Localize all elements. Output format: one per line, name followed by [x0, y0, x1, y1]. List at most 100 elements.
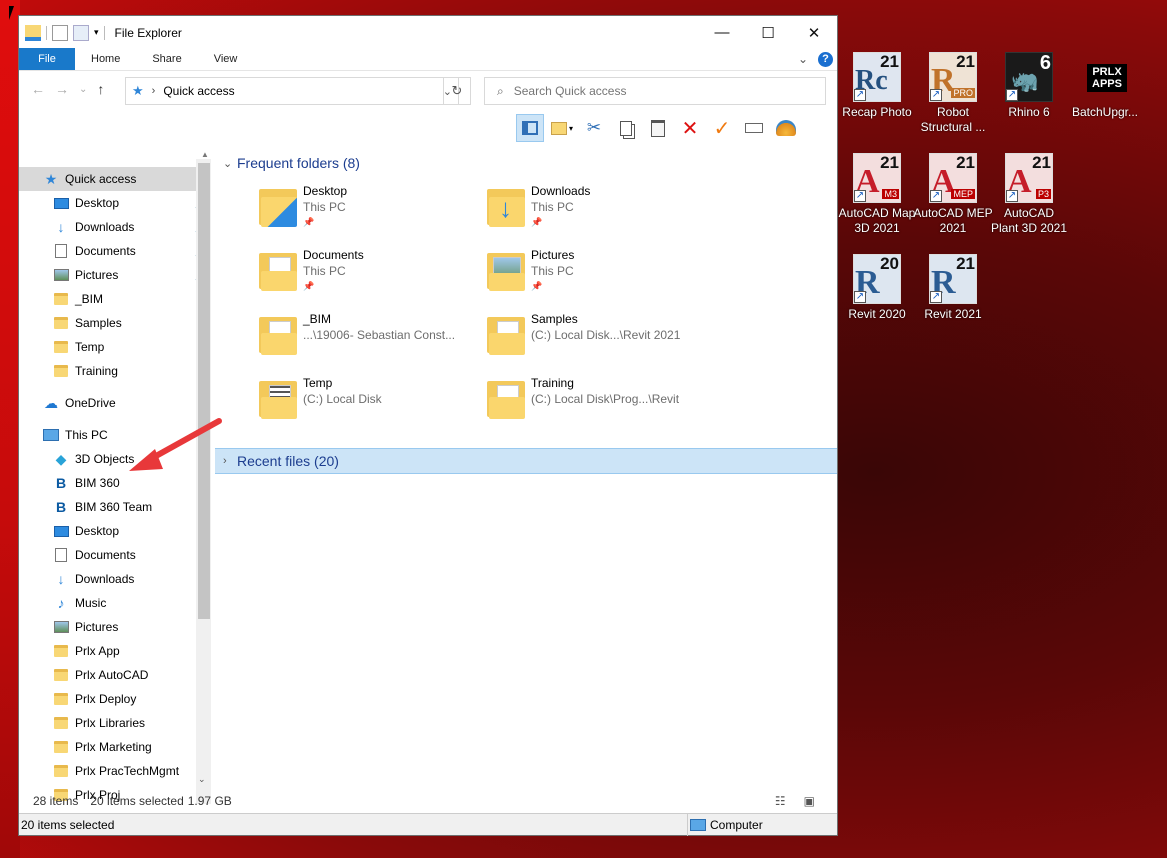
nav-scrollbar[interactable] [196, 159, 211, 804]
details-view-icon[interactable]: ☷ [775, 794, 786, 808]
scroll-down-arrow-icon[interactable]: ⌄ [198, 774, 206, 785]
nav-label: Music [75, 596, 107, 610]
nav-pc-desktop[interactable]: Desktop [19, 519, 211, 543]
nav-onedrive[interactable]: ☁ OneDrive [19, 391, 211, 415]
window-controls: — ☐ ✕ [699, 16, 837, 49]
desktop-folder-icon [259, 185, 297, 227]
collapse-chevron-icon[interactable]: ⌄ [223, 157, 237, 170]
search-box[interactable]: ⌕ [484, 77, 826, 105]
nav-quick-pictures[interactable]: Pictures 📌 [19, 263, 211, 287]
nav-quick-training[interactable]: Training [19, 359, 211, 383]
delete-icon[interactable]: ✕ [676, 114, 704, 142]
tab-home[interactable]: Home [75, 48, 136, 70]
nav-pc-music[interactable]: ♪ Music [19, 591, 211, 615]
back-icon[interactable]: ← [31, 81, 45, 97]
desktop-icon-recap-photo[interactable]: Rc 21 ↗ Recap Photo [837, 52, 917, 120]
folder-tile-bim[interactable]: _BIM ...\19006- Sebastian Const... [215, 305, 455, 365]
help-icon[interactable]: ? [818, 51, 833, 67]
maximize-button[interactable]: ☐ [745, 16, 791, 49]
checkmark-icon[interactable]: ✓ [708, 114, 736, 142]
desktop-icon-batchupgrade[interactable]: PRLX APPS BatchUpgr... [1065, 52, 1145, 120]
address-bar[interactable]: ★ › Quick access ⌄ [125, 77, 459, 105]
close-button[interactable]: ✕ [791, 16, 837, 49]
pin-icon: 📌 [303, 281, 315, 291]
folder-name: Temp [303, 376, 333, 390]
properties-icon[interactable] [52, 24, 68, 41]
folder-icon [259, 377, 297, 419]
recent-files-header[interactable]: › Recent files (20) [215, 448, 837, 474]
expand-chevron-icon[interactable]: › [223, 455, 237, 467]
desktop-icon-autocad-mep[interactable]: A 21 MEP ↗ AutoCAD MEP 2021 [913, 153, 993, 236]
tab-share[interactable]: Share [136, 48, 197, 70]
desktop-icon-autocad-map3d[interactable]: A 21 M3 ↗ AutoCAD Map 3D 2021 [837, 153, 917, 236]
folder-icon [53, 691, 69, 707]
selected-count: 20 items selected [90, 794, 184, 808]
folder-tile-training[interactable]: Training (C:) Local Disk\Prog...\Revit [443, 369, 679, 429]
folder-location: ...\19006- Sebastian Const... [303, 328, 456, 342]
onedrive-cloud-icon: ☁ [44, 394, 58, 411]
folder-tile-temp[interactable]: Temp (C:) Local Disk [215, 369, 435, 429]
frequent-folders-header[interactable]: ⌄ Frequent folders (8) [215, 150, 837, 176]
shortcut-arrow-icon: ↗ [854, 190, 866, 202]
desktop-icon-label: Recap Photo [842, 105, 912, 119]
nav-pc-prlx-marketing[interactable]: Prlx Marketing [19, 735, 211, 759]
nav-quick-access[interactable]: ★ Quick access [19, 167, 211, 191]
nav-quick-documents[interactable]: Documents 📌 [19, 239, 211, 263]
nav-pc-prlx-autocad[interactable]: Prlx AutoCAD [19, 663, 211, 687]
breadcrumb-chevron-icon[interactable]: › [152, 85, 156, 97]
new-folder-qat-icon[interactable] [73, 24, 89, 41]
folder-icon [53, 739, 69, 755]
folder-tile-downloads[interactable]: ↓ Downloads This PC 📌 [443, 177, 663, 237]
downloads-arrow-icon: ↓ [57, 219, 65, 235]
desktop-icon-autocad-plant3d[interactable]: A 21 P3 ↗ AutoCAD Plant 3D 2021 [989, 153, 1069, 236]
nav-pc-documents[interactable]: Documents [19, 543, 211, 567]
nav-pc-prlx-libraries[interactable]: Prlx Libraries [19, 711, 211, 735]
desktop-icon-revit-2020[interactable]: R 20 ↗ Revit 2020 [837, 254, 917, 322]
title-bar[interactable]: ▾ File Explorer — ☐ ✕ [19, 16, 837, 49]
tab-file[interactable]: File [19, 48, 75, 70]
nav-quick-temp[interactable]: Temp [19, 335, 211, 359]
nav-scrollbar-thumb[interactable] [198, 163, 210, 619]
nav-pc-bim360-team[interactable]: B BIM 360 Team [19, 495, 211, 519]
large-icons-view-icon[interactable]: ▣ [804, 794, 815, 808]
up-icon[interactable]: ↑ [97, 81, 104, 97]
tab-view[interactable]: View [198, 48, 254, 70]
desktop-icon-robot-structural[interactable]: R 21 PRO ↗ Robot Structural ... [913, 52, 993, 135]
folder-tile-documents[interactable]: Documents This PC 📌 [215, 241, 435, 301]
paste-icon[interactable] [644, 114, 672, 142]
rename-icon[interactable] [740, 114, 768, 142]
minimize-button[interactable]: — [699, 16, 745, 49]
preview-pane-icon[interactable] [516, 114, 544, 142]
search-input[interactable] [513, 84, 794, 98]
desktop-icon-rhino[interactable]: 🦏 6 ↗ Rhino 6 [989, 52, 1069, 120]
nav-pc-downloads[interactable]: ↓ Downloads [19, 567, 211, 591]
status-zone-label: Computer [710, 818, 763, 832]
folder-tile-desktop[interactable]: Desktop This PC 📌 [215, 177, 435, 237]
shell-icon[interactable] [772, 114, 800, 142]
forward-icon[interactable]: → [55, 81, 69, 97]
desktop-icon-revit-2021[interactable]: R 21 ↗ Revit 2021 [913, 254, 993, 322]
expand-ribbon-icon[interactable]: ⌄ [798, 52, 808, 66]
pin-icon: 📌 [303, 217, 315, 227]
nav-pc-pictures[interactable]: Pictures [19, 615, 211, 639]
nav-quick-bim[interactable]: _BIM [19, 287, 211, 311]
cut-icon[interactable]: ✂ [580, 114, 608, 142]
recent-locations-icon[interactable]: ⌄ [79, 84, 87, 95]
nav-pc-prlx-deploy[interactable]: Prlx Deploy [19, 687, 211, 711]
nav-pc-prlx-practechmgmt[interactable]: Prlx PracTechMgmt [19, 759, 211, 783]
customize-qat-dropdown-icon[interactable]: ▾ [94, 27, 99, 38]
nav-quick-samples[interactable]: Samples [19, 311, 211, 335]
address-path[interactable]: Quick access [163, 84, 234, 98]
qat-separator [103, 25, 105, 40]
new-folder-icon[interactable]: ▾ [548, 114, 576, 142]
nav-quick-desktop[interactable]: Desktop 📌 [19, 191, 211, 215]
nav-quick-downloads[interactable]: ↓ Downloads 📌 [19, 215, 211, 239]
refresh-button[interactable]: ↻ [443, 77, 471, 105]
folder-tile-samples[interactable]: Samples (C:) Local Disk...\Revit 2021 [443, 305, 680, 365]
nav-label: Documents [75, 548, 136, 562]
folder-tile-pictures[interactable]: Pictures This PC 📌 [443, 241, 663, 301]
nav-pc-prlx-app[interactable]: Prlx App [19, 639, 211, 663]
copy-icon[interactable] [612, 114, 640, 142]
scroll-up-arrow-icon[interactable]: ▲ [201, 150, 209, 159]
ribbon-right-controls: ⌄ ? [798, 48, 837, 70]
